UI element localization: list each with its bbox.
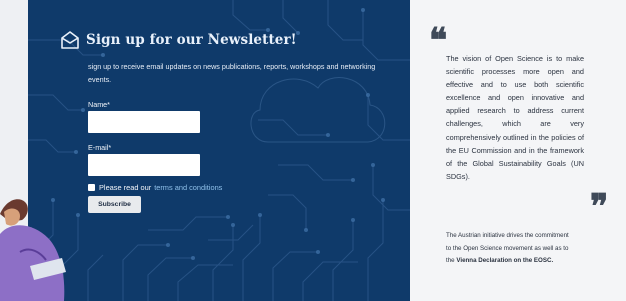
terms-prefix-text: Please read our	[99, 183, 152, 192]
quote-close-icon: ❞	[590, 187, 608, 227]
terms-row: Please read our terms and conditions	[88, 183, 222, 192]
email-input[interactable]	[88, 154, 200, 176]
terms-link[interactable]: terms and conditions	[154, 183, 222, 192]
newsletter-description: sign up to receive email updates on news…	[88, 62, 376, 84]
name-input[interactable]	[88, 111, 200, 133]
quote-panel: ❝ The vision of Open Science is to make …	[410, 0, 626, 301]
person-illustration	[0, 199, 66, 301]
page: Sign up for our Newsletter! sign up to r…	[0, 0, 626, 301]
initiative-text: The Austrian initiative drives the commi…	[446, 230, 571, 268]
newsletter-panel: Sign up for our Newsletter! sign up to r…	[28, 0, 410, 301]
email-label: E-mail*	[88, 143, 112, 152]
mail-icon	[61, 31, 79, 49]
terms-checkbox[interactable]	[88, 184, 95, 191]
newsletter-title: Sign up for our Newsletter!	[86, 32, 297, 48]
quote-text: The vision of Open Science is to make sc…	[446, 54, 584, 181]
subscribe-button[interactable]: Subscribe	[88, 196, 141, 213]
vienna-declaration-link[interactable]: Vienna Declaration on the EOSC.	[456, 257, 553, 264]
name-label: Name*	[88, 100, 110, 109]
quote-open-icon: ❝	[429, 21, 447, 61]
newsletter-header: Sign up for our Newsletter!	[60, 30, 297, 50]
